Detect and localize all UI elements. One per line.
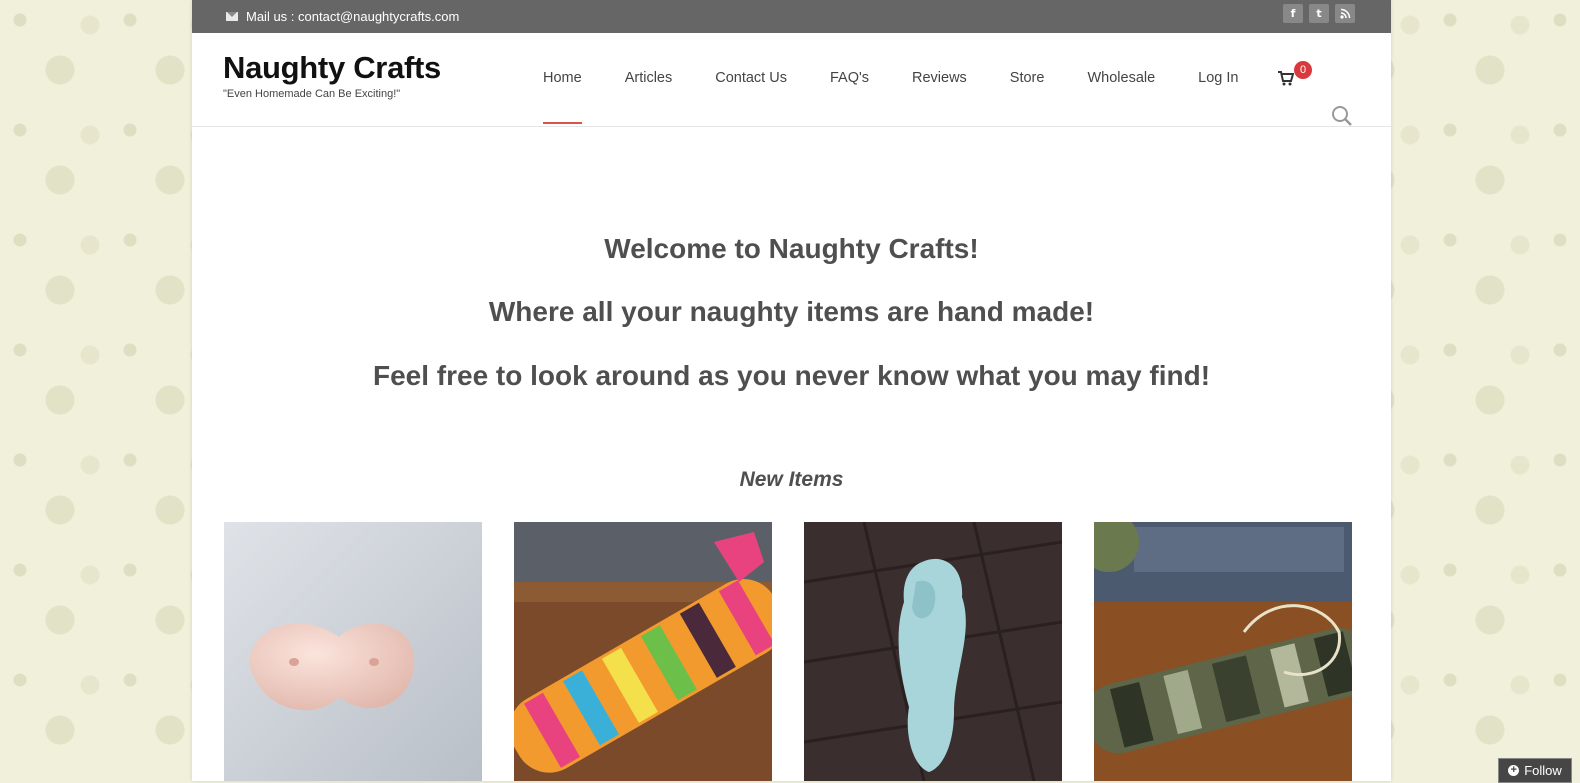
- nav-faqs[interactable]: FAQ's: [830, 33, 869, 126]
- hero-line-handmade: Where all your naughty items are hand ma…: [488, 296, 1095, 327]
- follow-label: Follow: [1524, 763, 1562, 778]
- page-container: Mail us : contact@naughtycrafts.com f t …: [192, 0, 1391, 781]
- nav-articles[interactable]: Articles: [625, 33, 673, 126]
- new-items-grid: [224, 522, 1352, 781]
- plus-icon: +: [1508, 765, 1520, 776]
- new-items-title: New Items: [739, 468, 844, 491]
- facebook-icon[interactable]: f: [1283, 4, 1303, 23]
- twitter-icon[interactable]: t: [1309, 4, 1329, 23]
- site-header: Naughty Crafts "Even Homemade Can Be Exc…: [192, 33, 1391, 127]
- nav-home[interactable]: Home: [543, 33, 582, 126]
- product-image-rainbow-crochet[interactable]: [514, 522, 772, 781]
- product-image-camo-crochet[interactable]: [1094, 522, 1352, 781]
- search-icon[interactable]: [1331, 105, 1353, 132]
- nav-reviews[interactable]: Reviews: [912, 33, 967, 126]
- nav-contact-us[interactable]: Contact Us: [715, 33, 787, 126]
- social-links: f t: [1283, 4, 1355, 23]
- mail-link[interactable]: Mail us : contact@naughtycrafts.com: [226, 0, 459, 33]
- follow-button[interactable]: + Follow: [1498, 758, 1572, 783]
- product-image-pink[interactable]: [224, 522, 482, 781]
- nav-wholesale[interactable]: Wholesale: [1087, 33, 1155, 126]
- nav-log-in[interactable]: Log In: [1198, 33, 1238, 126]
- hero-line-welcome: Welcome to Naughty Crafts!: [604, 233, 979, 264]
- mail-label: Mail us : contact@naughtycrafts.com: [246, 9, 460, 24]
- cart-count-badge[interactable]: 0: [1294, 61, 1312, 79]
- top-bar: Mail us : contact@naughtycrafts.com f t: [192, 0, 1391, 33]
- product-image-blue-figurine[interactable]: [804, 522, 1062, 781]
- rss-icon[interactable]: [1335, 4, 1355, 23]
- cart-icon[interactable]: [1278, 71, 1296, 89]
- site-logo[interactable]: Naughty Crafts "Even Homemade Can Be Exc…: [223, 51, 441, 101]
- envelope-icon: [226, 12, 238, 21]
- site-title[interactable]: Naughty Crafts: [223, 51, 441, 85]
- nav-store[interactable]: Store: [1010, 33, 1045, 126]
- hero-line-explore: Feel free to look around as you never kn…: [372, 360, 1211, 391]
- site-tagline: "Even Homemade Can Be Exciting!": [223, 88, 401, 100]
- main-nav: Home Articles Contact Us FAQ's Reviews S…: [543, 33, 1282, 126]
